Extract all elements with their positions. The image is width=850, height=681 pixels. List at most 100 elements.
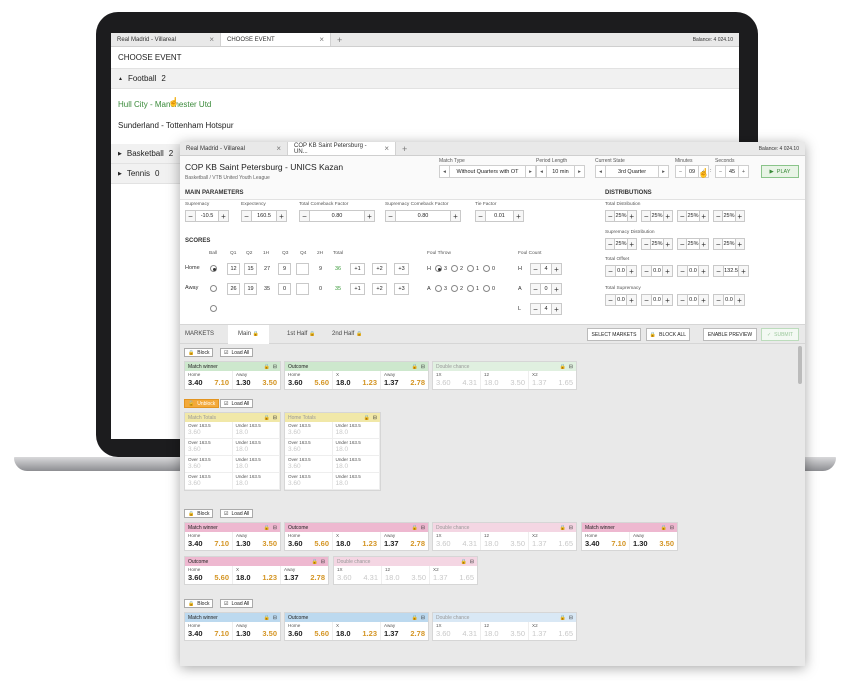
foul-h-1-radio[interactable] bbox=[467, 265, 474, 272]
foul-h-0-radio[interactable] bbox=[483, 265, 490, 272]
lock-icon[interactable]: 🔒 bbox=[560, 525, 566, 531]
totals-cell[interactable]: Over 163.5 3.60 bbox=[285, 422, 333, 439]
odds-cell[interactable]: 12 18.0 3.50 bbox=[382, 566, 430, 584]
minus-icon[interactable]: − bbox=[606, 295, 616, 305]
plus-icon[interactable]: + bbox=[551, 264, 561, 274]
event-item[interactable]: Sunderland - Tottenham Hotspur bbox=[111, 115, 739, 136]
ball-away-radio[interactable] bbox=[210, 285, 217, 292]
market-card[interactable]: Outcome 🔒 ⊟ Home 3.60 5.60 X 18.0 1.23 Away 1.3… bbox=[184, 556, 329, 585]
submit-button[interactable]: ✓ SUBMIT bbox=[761, 328, 799, 341]
market-card[interactable]: Match winner 🔒 ⊟ Home 3.40 7.10 Away 1.30 3.50 bbox=[184, 522, 281, 551]
odds-cell[interactable]: Home 3.60 5.60 bbox=[285, 371, 333, 389]
menu-icon[interactable]: ⊟ bbox=[569, 615, 573, 621]
seconds-stepper[interactable]: −45 + bbox=[715, 165, 749, 178]
unblock-button[interactable]: 🔓 Unblock bbox=[184, 399, 220, 408]
plus-icon[interactable]: + bbox=[662, 211, 672, 221]
market-card[interactable]: Match winner 🔒 ⊟ Home 3.40 7.10 Away 1.30 3.50 bbox=[581, 522, 678, 551]
menu-icon[interactable]: ⊟ bbox=[321, 559, 325, 565]
market-card[interactable]: Match winner 🔒 ⊟ Home 3.40 7.10 Away 1.30 3.50 bbox=[184, 361, 281, 390]
ball-home-radio[interactable] bbox=[210, 265, 217, 272]
minus-icon[interactable]: − bbox=[714, 211, 724, 221]
plus-icon[interactable]: + bbox=[551, 284, 561, 294]
load-all-button[interactable]: ☑ Load All bbox=[220, 399, 254, 408]
away-add-2-button[interactable]: +2 bbox=[372, 283, 387, 295]
odds-cell[interactable]: 12 18.0 3.50 bbox=[481, 371, 529, 389]
plus-icon[interactable]: + bbox=[513, 211, 523, 221]
expectency-stepper[interactable]: −160.5 + bbox=[241, 210, 287, 222]
odds-cell[interactable]: Home 3.40 7.10 bbox=[185, 532, 233, 550]
supremacy-value[interactable]: -10.5 bbox=[196, 211, 218, 221]
supremacy-comeback-stepper[interactable]: −0.80 + bbox=[385, 210, 461, 222]
plus-icon[interactable]: + bbox=[626, 266, 636, 276]
plus-icon[interactable]: + bbox=[734, 295, 744, 305]
odds-cell[interactable]: Away 1.37 2.78 bbox=[281, 566, 328, 584]
home-add-2-button[interactable]: +2 bbox=[372, 263, 387, 275]
totals-cell[interactable]: Under 163.5 18.0 bbox=[332, 439, 380, 456]
market-card[interactable]: Outcome 🔒 ⊟ Home 3.60 5.60 X 18.0 1.23 Away 1.3… bbox=[284, 522, 429, 551]
minus-icon[interactable]: − bbox=[606, 266, 616, 276]
plus-icon[interactable]: + bbox=[662, 266, 672, 276]
sd-value[interactable]: 25% bbox=[615, 239, 626, 249]
to-value[interactable]: 0.0 bbox=[652, 266, 662, 276]
minus-icon[interactable]: − bbox=[386, 211, 396, 221]
td-stepper-2[interactable]: −25% + bbox=[641, 210, 673, 222]
foul-a-0-radio[interactable] bbox=[483, 285, 490, 292]
minus-icon[interactable]: − bbox=[716, 166, 726, 177]
odds-cell[interactable]: 12 18.0 3.50 bbox=[481, 532, 529, 550]
group-football[interactable]: ▲ Football 2 bbox=[111, 69, 739, 89]
ts-value[interactable]: 0.0 bbox=[616, 295, 626, 305]
lock-icon[interactable]: 🔒 bbox=[312, 559, 318, 565]
lock-icon[interactable]: 🔒 bbox=[264, 525, 270, 531]
home-q3[interactable]: 9 bbox=[278, 263, 291, 275]
odds-cell[interactable]: Away 1.30 3.50 bbox=[233, 532, 280, 550]
away-add-1-button[interactable]: +1 bbox=[350, 283, 365, 295]
odds-cell[interactable]: X 18.0 1.23 bbox=[233, 566, 281, 584]
tie-factor-value[interactable]: 0.01 bbox=[486, 211, 513, 221]
totals-cell[interactable]: Under 163.5 18.0 bbox=[332, 456, 380, 473]
minus-icon[interactable]: − bbox=[531, 264, 541, 274]
td-stepper-1[interactable]: −25% + bbox=[605, 210, 637, 222]
minus-icon[interactable]: − bbox=[242, 211, 252, 221]
to-value[interactable]: 132.5 bbox=[724, 266, 738, 276]
plus-icon[interactable]: + bbox=[662, 295, 672, 305]
foul-a-1-radio[interactable] bbox=[467, 285, 474, 292]
totals-cell[interactable]: Over 163.5 3.60 bbox=[285, 473, 333, 490]
minus-icon[interactable]: − bbox=[186, 211, 196, 221]
home-add-3-button[interactable]: +3 bbox=[394, 263, 409, 275]
market-card[interactable]: Double chance 🔒 ⊟ 1X 3.60 4.31 12 18.0 3.50 X2… bbox=[333, 556, 478, 585]
close-icon[interactable]: × bbox=[384, 144, 389, 153]
plus-icon[interactable]: + bbox=[218, 211, 228, 221]
market-card[interactable]: Double chance 🔒 ⊟ 1X 3.60 4.31 12 18.0 3.50 X2… bbox=[432, 361, 577, 390]
minus-icon[interactable]: − bbox=[606, 239, 616, 249]
block-button[interactable]: 🔒 Block bbox=[184, 599, 214, 608]
menu-icon[interactable]: ⊟ bbox=[670, 525, 674, 531]
supremacy-comeback-value[interactable]: 0.80 bbox=[396, 211, 450, 221]
sd-stepper-1[interactable]: −25% + bbox=[605, 238, 637, 250]
menu-icon[interactable]: ⊟ bbox=[273, 364, 277, 370]
to-stepper-1[interactable]: −0.0 + bbox=[605, 265, 637, 277]
minus-icon[interactable]: − bbox=[642, 211, 652, 221]
away-add-3-button[interactable]: +3 bbox=[394, 283, 409, 295]
totals-card[interactable]: Home Totals 🔒 ⊟ Over 163.5 3.60 Under 163.5 1… bbox=[284, 412, 381, 491]
chevron-left-icon[interactable]: ◂ bbox=[596, 166, 606, 177]
expectency-value[interactable]: 160.5 bbox=[252, 211, 276, 221]
home-q1[interactable]: 12 bbox=[227, 263, 240, 275]
foul-h-3-radio[interactable] bbox=[435, 265, 442, 272]
minus-icon[interactable]: − bbox=[678, 239, 688, 249]
lock-icon[interactable]: 🔒 bbox=[560, 364, 566, 370]
market-card[interactable]: Double chance 🔒 ⊟ 1X 3.60 4.31 12 18.0 3.50 X2… bbox=[432, 522, 577, 551]
menu-icon[interactable]: ⊟ bbox=[421, 525, 425, 531]
load-all-button[interactable]: ☑ Load All bbox=[220, 509, 254, 518]
foul-count-h-value[interactable]: 4 bbox=[541, 264, 551, 274]
market-card[interactable]: Double chance 🔒 ⊟ 1X 3.60 4.31 12 18.0 3.50 X2… bbox=[432, 612, 577, 641]
foul-count-l-stepper[interactable]: −4 + bbox=[530, 303, 562, 315]
lock-icon[interactable]: 🔒 bbox=[412, 364, 418, 370]
minus-icon[interactable]: − bbox=[642, 239, 652, 249]
odds-cell[interactable]: Away 1.37 2.78 bbox=[381, 622, 428, 640]
plus-icon[interactable]: + bbox=[698, 211, 708, 221]
lock-icon[interactable]: 🔒 bbox=[560, 615, 566, 621]
totals-cell[interactable]: Over 163.5 3.60 bbox=[285, 456, 333, 473]
odds-cell[interactable]: Home 3.60 5.60 bbox=[285, 622, 333, 640]
plus-icon[interactable]: + bbox=[698, 239, 708, 249]
ts-stepper-1[interactable]: −0.0 + bbox=[605, 294, 637, 306]
